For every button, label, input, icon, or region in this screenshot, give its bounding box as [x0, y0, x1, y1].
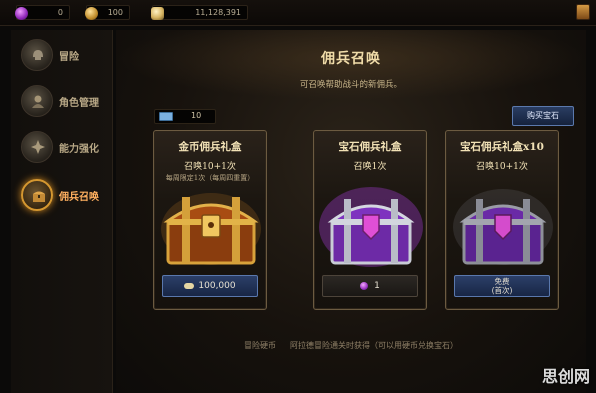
buy-gem-button[interactable]: 购买宝石: [512, 106, 574, 126]
dark-purple-chest-icon: [446, 183, 558, 271]
watermark: 思创网: [541, 367, 590, 386]
sidebar-item-character[interactable]: 角色管理: [17, 82, 113, 122]
sidebar-item-label: 角色管理: [59, 98, 99, 109]
free-first-summon-button[interactable]: 免费 (首次): [454, 275, 550, 297]
gold-chest-icon: [154, 183, 266, 271]
sidebar-item-summon[interactable]: 佣兵召唤: [17, 176, 113, 216]
card-summon-count: 召唤1次: [353, 162, 387, 172]
summon-chest-icon: [21, 179, 53, 211]
gem-icon: [360, 281, 369, 290]
gem-price-button[interactable]: 1: [322, 275, 418, 297]
gem-mercenary-box-card: 宝石佣兵礼盒 召唤1次 1: [313, 130, 427, 310]
gold-coin-icon: [85, 7, 98, 20]
sidebar-item-label: 能力强化: [59, 144, 99, 155]
coin-count: 11,128,391: [195, 8, 241, 17]
gold-counter: 100: [85, 5, 130, 20]
gem-count: 0: [57, 8, 63, 17]
footer-currency-label: 冒险硬币: [244, 341, 276, 350]
gold-price-button[interactable]: 100,000: [162, 275, 258, 297]
gold-mercenary-box-card: 金币佣兵礼盒 召唤10+1次 每周限定1次（每周四重置） 100,000: [153, 130, 267, 310]
power-icon: [21, 131, 53, 163]
card-summon-count: 召唤10+1次: [476, 162, 528, 172]
gem-icon: [15, 7, 28, 20]
gem-mercenary-box-x10-card: 宝石佣兵礼盒x10 召唤10+1次 免费 (首次): [445, 130, 559, 310]
card-summon-count: 召唤10+1次: [184, 162, 236, 172]
character-icon: [21, 85, 53, 117]
footer-note: 冒险硬币 阿拉德冒险通关时获得（可以用硬币兑换宝石）: [116, 340, 586, 351]
footer-description: 阿拉德冒险通关时获得（可以用硬币兑换宝石）: [290, 341, 458, 350]
ticket-count: 10: [191, 111, 202, 120]
sidebar: 冒险 角色管理 能力强化 佣兵召唤: [11, 30, 113, 393]
page-title: 佣兵召唤: [321, 51, 381, 67]
card-title: 金币佣兵礼盒: [178, 141, 242, 153]
helmet-icon: [21, 39, 53, 71]
card-title: 宝石佣兵礼盒: [338, 141, 402, 153]
event-icon[interactable]: [576, 4, 590, 20]
summon-panel: 佣兵召唤 可召唤帮助战斗的新佣兵。 10 购买宝石 金币佣兵礼盒 召唤10+1次…: [116, 30, 586, 393]
card-title: 宝石佣兵礼盒x10: [460, 141, 544, 153]
purple-chest-icon: [314, 183, 426, 271]
ticket-counter: 10: [154, 109, 216, 124]
sidebar-item-label: 佣兵召唤: [59, 192, 99, 203]
coin-counter: 11,128,391: [151, 5, 248, 20]
price-value: 1: [374, 281, 380, 291]
page-subtitle: 可召唤帮助战斗的新佣兵。: [299, 80, 402, 90]
gem-counter: 0: [15, 5, 70, 20]
price-value: 100,000: [198, 281, 236, 291]
sidebar-item-label: 冒险: [59, 52, 79, 63]
coin-pile-icon: [184, 282, 195, 289]
card-limit-note: 每周限定1次（每周四重置）: [165, 174, 255, 182]
ticket-icon: [159, 112, 173, 121]
sidebar-item-adventure[interactable]: 冒险: [17, 36, 113, 76]
price-line-2: (首次): [491, 286, 513, 295]
coin-pile-icon: [151, 7, 164, 20]
top-resource-bar: 0 100 11,128,391: [0, 0, 596, 26]
sidebar-item-power[interactable]: 能力强化: [17, 128, 113, 168]
gold-count: 100: [107, 8, 123, 17]
